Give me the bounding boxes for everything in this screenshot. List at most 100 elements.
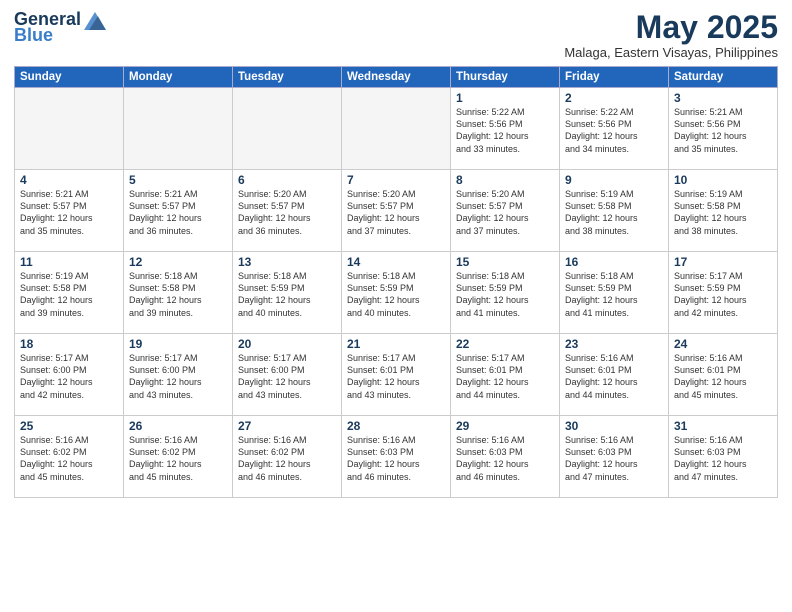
day-number: 10 xyxy=(674,173,772,187)
table-row: 24Sunrise: 5:16 AM Sunset: 6:01 PM Dayli… xyxy=(669,334,778,416)
day-info: Sunrise: 5:18 AM Sunset: 5:59 PM Dayligh… xyxy=(347,270,445,319)
day-number: 15 xyxy=(456,255,554,269)
day-number: 4 xyxy=(20,173,118,187)
calendar-table: Sunday Monday Tuesday Wednesday Thursday… xyxy=(14,66,778,498)
day-number: 26 xyxy=(129,419,227,433)
table-row: 10Sunrise: 5:19 AM Sunset: 5:58 PM Dayli… xyxy=(669,170,778,252)
table-row: 9Sunrise: 5:19 AM Sunset: 5:58 PM Daylig… xyxy=(560,170,669,252)
day-number: 27 xyxy=(238,419,336,433)
day-info: Sunrise: 5:19 AM Sunset: 5:58 PM Dayligh… xyxy=(674,188,772,237)
day-info: Sunrise: 5:16 AM Sunset: 6:02 PM Dayligh… xyxy=(238,434,336,483)
day-number: 5 xyxy=(129,173,227,187)
table-row: 21Sunrise: 5:17 AM Sunset: 6:01 PM Dayli… xyxy=(342,334,451,416)
table-row xyxy=(233,88,342,170)
col-thursday: Thursday xyxy=(451,67,560,88)
col-wednesday: Wednesday xyxy=(342,67,451,88)
table-row: 8Sunrise: 5:20 AM Sunset: 5:57 PM Daylig… xyxy=(451,170,560,252)
header: General Blue May 2025 Malaga, Eastern Vi… xyxy=(14,10,778,60)
day-info: Sunrise: 5:17 AM Sunset: 6:00 PM Dayligh… xyxy=(129,352,227,401)
day-number: 6 xyxy=(238,173,336,187)
table-row xyxy=(342,88,451,170)
day-number: 31 xyxy=(674,419,772,433)
day-info: Sunrise: 5:16 AM Sunset: 6:03 PM Dayligh… xyxy=(674,434,772,483)
day-number: 28 xyxy=(347,419,445,433)
table-row: 7Sunrise: 5:20 AM Sunset: 5:57 PM Daylig… xyxy=(342,170,451,252)
day-info: Sunrise: 5:19 AM Sunset: 5:58 PM Dayligh… xyxy=(565,188,663,237)
table-row: 1Sunrise: 5:22 AM Sunset: 5:56 PM Daylig… xyxy=(451,88,560,170)
table-row xyxy=(124,88,233,170)
day-number: 22 xyxy=(456,337,554,351)
logo-text-line2: Blue xyxy=(14,26,53,46)
day-info: Sunrise: 5:18 AM Sunset: 5:59 PM Dayligh… xyxy=(238,270,336,319)
day-number: 17 xyxy=(674,255,772,269)
day-number: 19 xyxy=(129,337,227,351)
logo: General Blue xyxy=(14,10,106,46)
day-number: 13 xyxy=(238,255,336,269)
day-number: 11 xyxy=(20,255,118,269)
day-number: 18 xyxy=(20,337,118,351)
table-row: 6Sunrise: 5:20 AM Sunset: 5:57 PM Daylig… xyxy=(233,170,342,252)
day-info: Sunrise: 5:17 AM Sunset: 6:00 PM Dayligh… xyxy=(238,352,336,401)
day-number: 12 xyxy=(129,255,227,269)
day-number: 30 xyxy=(565,419,663,433)
table-row: 29Sunrise: 5:16 AM Sunset: 6:03 PM Dayli… xyxy=(451,416,560,498)
day-info: Sunrise: 5:22 AM Sunset: 5:56 PM Dayligh… xyxy=(456,106,554,155)
day-info: Sunrise: 5:16 AM Sunset: 6:03 PM Dayligh… xyxy=(347,434,445,483)
col-tuesday: Tuesday xyxy=(233,67,342,88)
calendar-week-row: 1Sunrise: 5:22 AM Sunset: 5:56 PM Daylig… xyxy=(15,88,778,170)
day-number: 16 xyxy=(565,255,663,269)
day-number: 2 xyxy=(565,91,663,105)
table-row: 14Sunrise: 5:18 AM Sunset: 5:59 PM Dayli… xyxy=(342,252,451,334)
day-number: 3 xyxy=(674,91,772,105)
col-monday: Monday xyxy=(124,67,233,88)
calendar-week-row: 11Sunrise: 5:19 AM Sunset: 5:58 PM Dayli… xyxy=(15,252,778,334)
day-info: Sunrise: 5:18 AM Sunset: 5:58 PM Dayligh… xyxy=(129,270,227,319)
table-row: 23Sunrise: 5:16 AM Sunset: 6:01 PM Dayli… xyxy=(560,334,669,416)
day-info: Sunrise: 5:18 AM Sunset: 5:59 PM Dayligh… xyxy=(456,270,554,319)
table-row: 16Sunrise: 5:18 AM Sunset: 5:59 PM Dayli… xyxy=(560,252,669,334)
day-number: 7 xyxy=(347,173,445,187)
day-number: 24 xyxy=(674,337,772,351)
day-number: 1 xyxy=(456,91,554,105)
day-number: 9 xyxy=(565,173,663,187)
day-info: Sunrise: 5:22 AM Sunset: 5:56 PM Dayligh… xyxy=(565,106,663,155)
page: General Blue May 2025 Malaga, Eastern Vi… xyxy=(0,0,792,612)
day-number: 25 xyxy=(20,419,118,433)
table-row xyxy=(15,88,124,170)
day-info: Sunrise: 5:17 AM Sunset: 6:01 PM Dayligh… xyxy=(456,352,554,401)
day-info: Sunrise: 5:20 AM Sunset: 5:57 PM Dayligh… xyxy=(347,188,445,237)
day-info: Sunrise: 5:17 AM Sunset: 6:01 PM Dayligh… xyxy=(347,352,445,401)
day-number: 14 xyxy=(347,255,445,269)
table-row: 5Sunrise: 5:21 AM Sunset: 5:57 PM Daylig… xyxy=(124,170,233,252)
calendar-header-row: Sunday Monday Tuesday Wednesday Thursday… xyxy=(15,67,778,88)
day-info: Sunrise: 5:20 AM Sunset: 5:57 PM Dayligh… xyxy=(238,188,336,237)
table-row: 25Sunrise: 5:16 AM Sunset: 6:02 PM Dayli… xyxy=(15,416,124,498)
table-row: 31Sunrise: 5:16 AM Sunset: 6:03 PM Dayli… xyxy=(669,416,778,498)
table-row: 30Sunrise: 5:16 AM Sunset: 6:03 PM Dayli… xyxy=(560,416,669,498)
day-info: Sunrise: 5:18 AM Sunset: 5:59 PM Dayligh… xyxy=(565,270,663,319)
day-info: Sunrise: 5:16 AM Sunset: 6:02 PM Dayligh… xyxy=(129,434,227,483)
day-info: Sunrise: 5:17 AM Sunset: 5:59 PM Dayligh… xyxy=(674,270,772,319)
day-info: Sunrise: 5:16 AM Sunset: 6:03 PM Dayligh… xyxy=(456,434,554,483)
day-info: Sunrise: 5:21 AM Sunset: 5:56 PM Dayligh… xyxy=(674,106,772,155)
col-friday: Friday xyxy=(560,67,669,88)
table-row: 20Sunrise: 5:17 AM Sunset: 6:00 PM Dayli… xyxy=(233,334,342,416)
day-info: Sunrise: 5:16 AM Sunset: 6:02 PM Dayligh… xyxy=(20,434,118,483)
day-info: Sunrise: 5:21 AM Sunset: 5:57 PM Dayligh… xyxy=(20,188,118,237)
day-info: Sunrise: 5:16 AM Sunset: 6:01 PM Dayligh… xyxy=(565,352,663,401)
day-number: 29 xyxy=(456,419,554,433)
day-info: Sunrise: 5:21 AM Sunset: 5:57 PM Dayligh… xyxy=(129,188,227,237)
table-row: 4Sunrise: 5:21 AM Sunset: 5:57 PM Daylig… xyxy=(15,170,124,252)
table-row: 15Sunrise: 5:18 AM Sunset: 5:59 PM Dayli… xyxy=(451,252,560,334)
calendar-week-row: 4Sunrise: 5:21 AM Sunset: 5:57 PM Daylig… xyxy=(15,170,778,252)
table-row: 18Sunrise: 5:17 AM Sunset: 6:00 PM Dayli… xyxy=(15,334,124,416)
day-info: Sunrise: 5:16 AM Sunset: 6:01 PM Dayligh… xyxy=(674,352,772,401)
title-area: May 2025 Malaga, Eastern Visayas, Philip… xyxy=(564,10,778,60)
day-number: 23 xyxy=(565,337,663,351)
day-info: Sunrise: 5:19 AM Sunset: 5:58 PM Dayligh… xyxy=(20,270,118,319)
table-row: 19Sunrise: 5:17 AM Sunset: 6:00 PM Dayli… xyxy=(124,334,233,416)
subtitle: Malaga, Eastern Visayas, Philippines xyxy=(564,45,778,60)
calendar-week-row: 18 Sunrise: 5:17 AM Sunset: 6:00 PM Dayli… xyxy=(15,334,778,416)
day-info: Sunrise: 5:16 AM Sunset: 6:03 PM Dayligh… xyxy=(565,434,663,483)
table-row: 22Sunrise: 5:17 AM Sunset: 6:01 PM Dayli… xyxy=(451,334,560,416)
